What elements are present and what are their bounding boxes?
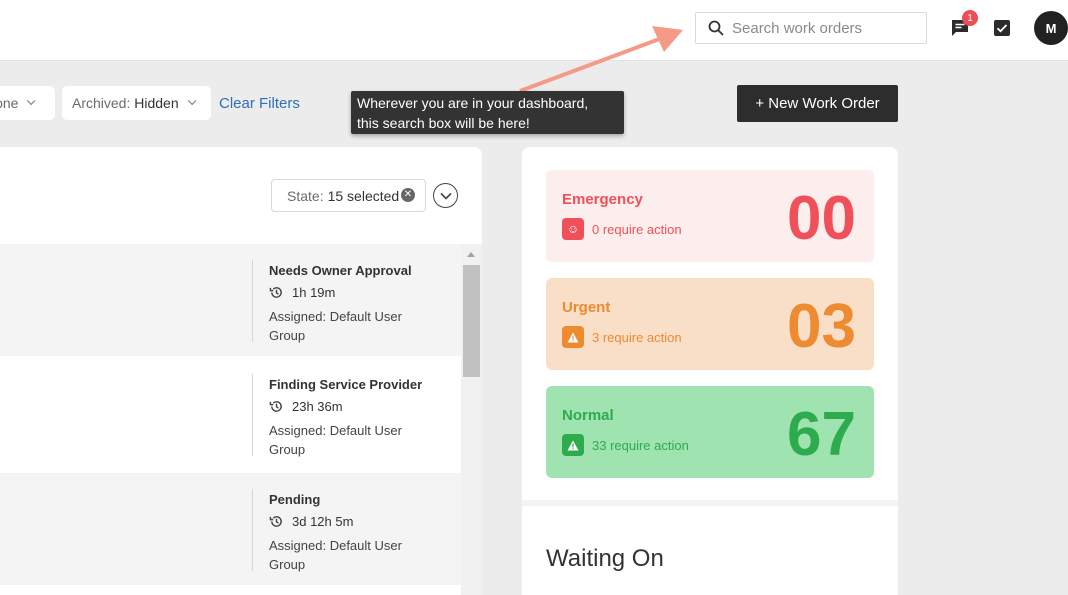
scrollbar[interactable] xyxy=(461,244,482,595)
emergency-count: 00 xyxy=(787,184,856,253)
urgent-action-text: 3 require action xyxy=(592,329,682,345)
waiting-on-title: Waiting On xyxy=(546,545,664,572)
normal-action: 33 require action xyxy=(562,434,689,456)
emergency-action-text: 0 require action xyxy=(592,221,682,237)
work-order-elapsed: 3d 12h 5m xyxy=(269,514,353,529)
history-icon xyxy=(269,401,282,412)
chevron-down-icon xyxy=(439,192,452,200)
work-order-row[interactable]: Needs Owner Approval 1h 19m Assigned: De… xyxy=(0,244,461,356)
tasks-button[interactable] xyxy=(992,18,1012,38)
search-input[interactable] xyxy=(732,19,922,37)
urgent-label: Urgent xyxy=(562,299,611,316)
normal-card[interactable]: Normal 33 require action 67 xyxy=(546,386,874,478)
warning-icon xyxy=(562,326,584,348)
history-icon xyxy=(269,287,282,298)
work-order-status: Finding Service Provider xyxy=(269,377,423,392)
work-order-row[interactable]: Finding Service Provider 23h 36m Assigne… xyxy=(0,358,461,470)
state-filter-label: State: xyxy=(287,187,324,204)
work-order-status: Needs Owner Approval xyxy=(269,263,412,278)
state-filter-value: 15 selected xyxy=(327,187,400,204)
state-filter[interactable]: State: 15 selected ✕ xyxy=(271,179,426,212)
search-icon xyxy=(708,20,724,36)
work-order-status: Pending xyxy=(269,492,321,507)
emergency-label: Emergency xyxy=(562,191,643,208)
emergency-icon: ☺ xyxy=(562,218,584,240)
row-divider xyxy=(252,260,253,342)
work-order-elapsed: 1h 19m xyxy=(269,285,335,300)
scroll-up-arrow-icon[interactable] xyxy=(467,252,475,257)
urgent-card[interactable]: Urgent 3 require action 03 xyxy=(546,278,874,370)
warning-icon xyxy=(562,434,584,456)
panel-divider xyxy=(522,500,898,506)
scrollbar-thumb[interactable] xyxy=(463,265,480,377)
work-order-elapsed: 23h 36m xyxy=(269,399,343,414)
normal-label: Normal xyxy=(562,407,614,424)
work-order-assigned: Assigned: Default User Group xyxy=(269,309,402,343)
urgent-action: 3 require action xyxy=(562,326,682,348)
chevron-down-icon xyxy=(27,96,36,106)
urgent-count: 03 xyxy=(787,292,856,361)
clear-filters-link[interactable]: Clear Filters xyxy=(219,95,300,112)
notification-badge: 1 xyxy=(962,10,978,26)
chevron-down-icon xyxy=(187,96,196,106)
work-order-assigned: Assigned: Default User Group xyxy=(269,538,402,572)
row-divider xyxy=(252,489,253,571)
collapse-button[interactable] xyxy=(433,183,458,208)
archived-filter-value: Hidden xyxy=(134,95,179,111)
new-work-order-button[interactable]: + New Work Order xyxy=(737,85,898,122)
row-divider xyxy=(252,374,253,456)
tooltip-line-1: Wherever you are in your dashboard, xyxy=(357,95,589,111)
normal-action-text: 33 require action xyxy=(592,437,689,453)
emergency-card[interactable]: Emergency ☺ 0 require action 00 xyxy=(546,170,874,262)
archived-filter-label: Archived: xyxy=(72,95,131,111)
work-orders-panel: State: 15 selected ✕ Needs Owner Approva… xyxy=(0,147,482,595)
filter-partial-label: None xyxy=(0,95,19,111)
onboarding-tooltip: Wherever you are in your dashboard, this… xyxy=(351,91,624,134)
archived-filter-dropdown[interactable]: Archived: Hidden xyxy=(62,86,211,120)
top-bar: 1 M xyxy=(0,0,1068,61)
work-order-assigned: Assigned: Default User Group xyxy=(269,423,402,457)
history-icon xyxy=(269,516,282,527)
clear-icon[interactable]: ✕ xyxy=(401,188,415,202)
search-box[interactable] xyxy=(695,12,927,44)
avatar[interactable]: M xyxy=(1034,11,1068,45)
emergency-action: ☺ 0 require action xyxy=(562,218,682,240)
normal-count: 67 xyxy=(787,400,856,469)
filter-dropdown-partial[interactable]: None xyxy=(0,86,55,120)
work-order-row[interactable]: Pending 3d 12h 5m Assigned: Default User… xyxy=(0,473,461,585)
elapsed-time: 23h 36m xyxy=(292,399,343,414)
elapsed-time: 3d 12h 5m xyxy=(292,514,354,529)
elapsed-time: 1h 19m xyxy=(292,285,336,300)
tooltip-line-2: this search box will be here! xyxy=(357,115,530,131)
checkbox-icon xyxy=(994,20,1010,36)
priority-panel: Emergency ☺ 0 require action 00 Urgent 3… xyxy=(522,147,898,595)
